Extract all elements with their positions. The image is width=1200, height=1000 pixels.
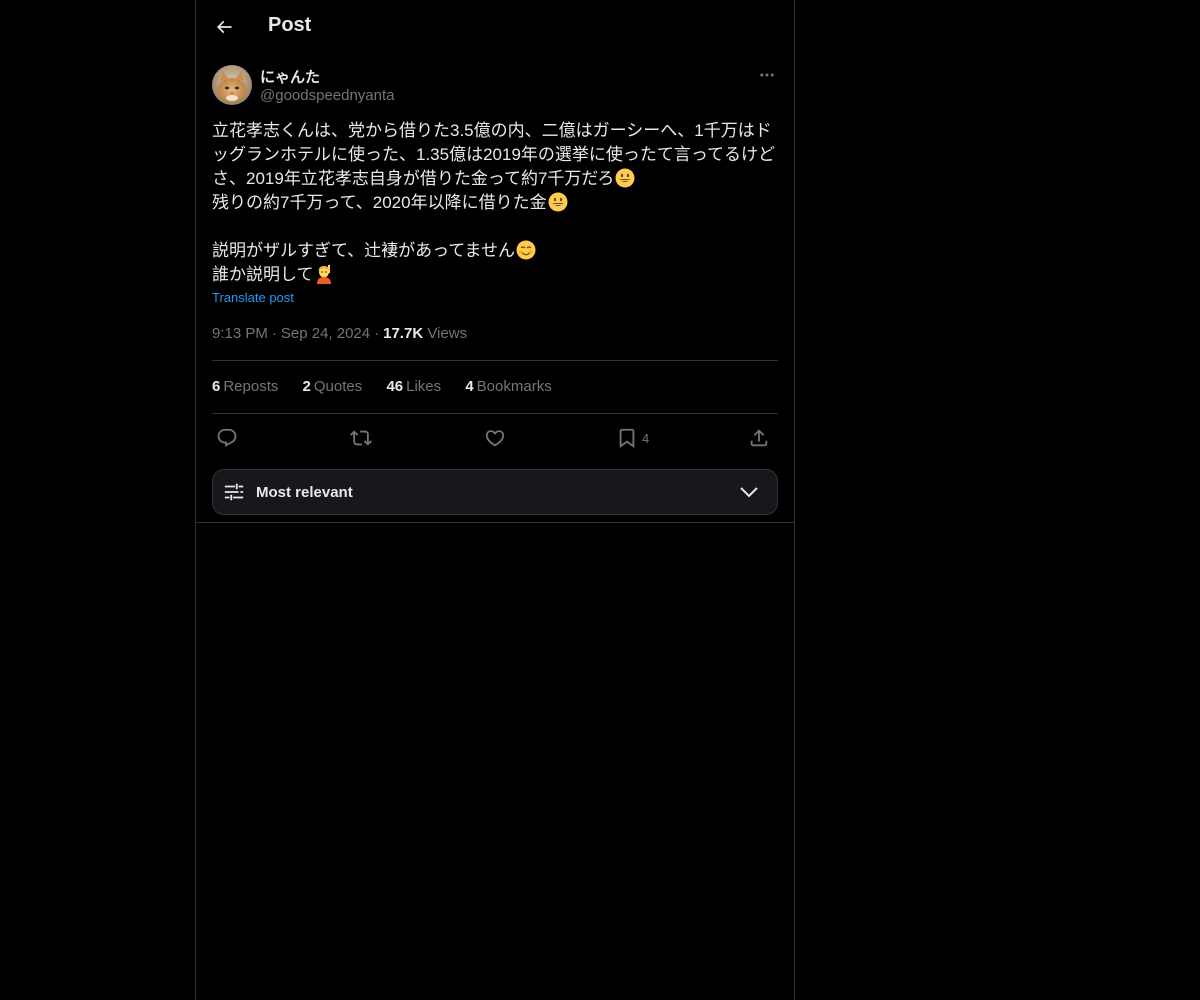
sort-label: Most relevant — [256, 484, 353, 501]
divider — [212, 413, 778, 414]
post-text-segment: さ、2019年立花孝志自身が借りた金って約7千万だろ — [212, 169, 615, 188]
grinning-face-emoji-icon — [548, 192, 568, 212]
views-count: 17.7K — [383, 325, 424, 342]
grinning-face-emoji-icon — [615, 168, 635, 188]
back-button[interactable] — [208, 11, 240, 43]
post-header: Post — [196, 0, 794, 54]
reply-button[interactable] — [216, 424, 238, 452]
reposts-stat[interactable]: 6 Reposts — [212, 378, 278, 395]
post-text-segment: 残りの約7千万って、2020年以降に借りた金 — [212, 193, 547, 212]
more-options-button[interactable] — [756, 64, 778, 86]
reposts-count: 6 — [212, 378, 221, 395]
bookmarks-stat[interactable]: 4 Bookmarks — [465, 378, 551, 395]
bookmark-button[interactable]: 4 — [616, 424, 649, 452]
views-label: Views — [427, 325, 468, 342]
arrow-left-icon — [216, 20, 232, 34]
reposts-label: Reposts — [223, 378, 279, 395]
reply-sort-dropdown[interactable]: Most relevant — [212, 469, 778, 515]
bookmark-count: 4 — [642, 430, 650, 446]
post-text-line — [212, 215, 778, 239]
likes-label: Likes — [406, 378, 442, 395]
like-button[interactable] — [484, 424, 506, 452]
post-date[interactable]: Sep 24, 2024 — [281, 325, 370, 342]
quotes-stat[interactable]: 2 Quotes — [303, 378, 363, 395]
post-author: にゃんた @goodspeednyanta — [212, 64, 778, 108]
bookmark-icon — [619, 428, 635, 449]
more-horizontal-icon — [760, 73, 774, 77]
bookmarks-count: 4 — [465, 378, 474, 395]
quotes-label: Quotes — [313, 378, 363, 395]
divider — [196, 522, 794, 523]
separator-dot: · — [374, 325, 380, 342]
post-column: Post にゃんた @goodspeednyanta 立花孝志くんは、党から借り… — [195, 0, 795, 1000]
post-text-line: 説明がザルすぎて、辻褄があってません — [212, 239, 778, 263]
post-meta: 9:13 PM · Sep 24, 2024 · 17.7K Views — [212, 325, 467, 342]
action-bar: 4 — [212, 424, 778, 452]
post-text-line: さ、2019年立花孝志自身が借りた金って約7千万だろ — [212, 167, 778, 191]
post-text-segment: 説明がザルすぎて、辻褄があってません — [212, 241, 515, 260]
page-title: Post — [268, 14, 312, 36]
share-button[interactable] — [748, 424, 770, 452]
reply-icon — [217, 428, 237, 447]
likes-count: 46 — [386, 378, 404, 395]
user-handle[interactable]: @goodspeednyanta — [260, 87, 395, 104]
smiling-face-emoji-icon — [516, 240, 536, 260]
engagement-stats: 6 Reposts 2 Quotes 46 Likes 4 Bookmarks — [212, 378, 572, 395]
sliders-icon — [224, 483, 244, 501]
quotes-count: 2 — [302, 378, 311, 395]
likes-stat[interactable]: 46 Likes — [386, 378, 441, 395]
post-text-line: ッグランホテルに使った、1.35億は2019年の選挙に使ったて言ってるけど — [212, 145, 776, 164]
bookmarks-label: Bookmarks — [476, 378, 552, 395]
person-raising-hand-emoji-icon — [316, 265, 331, 284]
chevron-down-icon — [740, 487, 758, 498]
repost-icon — [350, 430, 372, 446]
heart-icon — [485, 430, 505, 447]
divider — [212, 360, 778, 361]
avatar[interactable] — [212, 65, 252, 105]
post-text-segment: 誰か説明して — [212, 265, 314, 284]
display-name[interactable]: にゃんた — [260, 66, 320, 87]
post-time[interactable]: 9:13 PM — [212, 325, 268, 342]
repost-button[interactable] — [350, 424, 372, 452]
share-icon — [750, 429, 768, 447]
cat-avatar-image — [212, 65, 252, 105]
post-text-line: 残りの約7千万って、2020年以降に借りた金 — [212, 191, 778, 215]
separator-dot: · — [271, 325, 277, 342]
translate-post-link[interactable]: Translate post — [212, 290, 294, 305]
post-text-line: 立花孝志くんは、党から借りた3.5億の内、二億はガーシーへ、1千万はド — [212, 121, 772, 140]
post-text: 立花孝志くんは、党から借りた3.5億の内、二億はガーシーへ、1千万はド ッグラン… — [212, 119, 778, 287]
post-text-line: 誰か説明して — [212, 263, 778, 287]
